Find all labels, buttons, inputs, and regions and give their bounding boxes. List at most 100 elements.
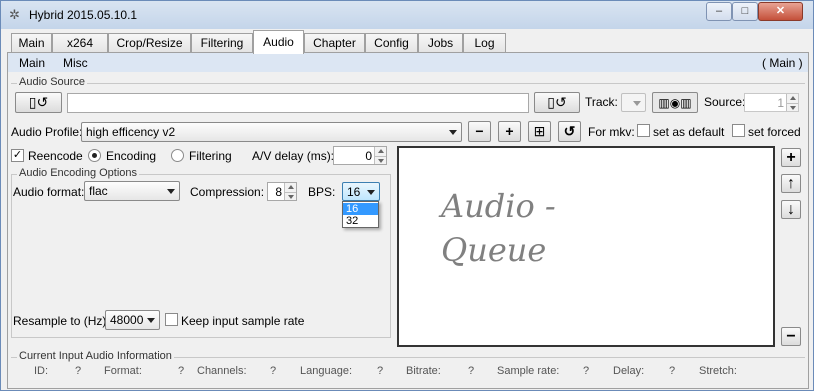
av-delay-spinbox[interactable]: 0 xyxy=(333,146,387,165)
save-profile-button[interactable]: ⊞ xyxy=(528,121,551,142)
compression-decrement[interactable] xyxy=(284,191,296,200)
refresh-icon: ↺ xyxy=(554,94,567,110)
open-source-file-button[interactable]: ▯↺ xyxy=(534,92,580,113)
info-format-label: Format: xyxy=(104,365,142,377)
encoding-radio[interactable] xyxy=(88,149,101,162)
maximize-button[interactable]: □ xyxy=(732,2,758,21)
info-stretch-label: Stretch: xyxy=(699,365,737,377)
audio-queue-placeholder: Audio - Queue xyxy=(441,187,556,269)
compression-label: Compression: xyxy=(190,185,265,199)
reload-profile-button[interactable]: ↺ xyxy=(558,121,581,142)
bps-option-16[interactable]: 16 xyxy=(343,203,378,215)
encoding-options-group-label: Audio Encoding Options xyxy=(17,167,140,179)
info-group-label: Current Input Audio Information xyxy=(17,350,174,362)
info-bitrate-value: ? xyxy=(468,365,475,377)
tab-main[interactable]: Main xyxy=(11,33,52,53)
av-delay-value: 0 xyxy=(365,149,372,163)
source-decrement[interactable] xyxy=(786,102,798,111)
info-language-label: Language: xyxy=(300,365,352,377)
info-channels-label: Channels: xyxy=(197,365,247,377)
info-id-label: ID: xyxy=(34,365,49,377)
compression-increment[interactable] xyxy=(284,183,296,192)
tab-chapter[interactable]: Chapter xyxy=(304,33,365,53)
reencode-checkbox[interactable]: ✓ xyxy=(11,149,24,162)
queue-remove-button[interactable]: − xyxy=(781,327,801,346)
bps-option-32[interactable]: 32 xyxy=(343,215,378,227)
resample-select[interactable]: 48000 xyxy=(105,310,160,330)
compression-spinbox[interactable]: 8 xyxy=(267,182,297,201)
info-delay-value: ? xyxy=(669,365,676,377)
app-window: ✲ Hybrid 2015.05.10.1 – □ ✕ Main x264 Cr… xyxy=(0,0,814,391)
info-bitrate-label: Bitrate: xyxy=(406,365,441,377)
audio-queue-list[interactable]: Audio - Queue xyxy=(397,146,775,347)
set-forced-checkbox[interactable] xyxy=(732,124,745,137)
set-as-default-checkbox[interactable] xyxy=(637,124,650,137)
audio-profile-select[interactable]: high efficency v2 xyxy=(81,122,462,142)
subtab-main[interactable]: Main xyxy=(19,56,45,70)
remove-profile-button[interactable]: − xyxy=(468,121,491,142)
av-delay-decrement[interactable] xyxy=(374,155,386,164)
window-title: Hybrid 2015.05.10.1 xyxy=(29,8,138,22)
source-spinbox[interactable]: 1 xyxy=(744,93,799,112)
minus-icon: − xyxy=(475,123,484,139)
tab-config[interactable]: Config xyxy=(365,33,418,53)
audio-profile-value: high efficency v2 xyxy=(86,125,176,139)
queue-move-down-button[interactable]: ↓ xyxy=(781,200,801,219)
filtering-label: Filtering xyxy=(189,149,232,163)
tab-log[interactable]: Log xyxy=(463,33,506,53)
undo-arrow-icon: ↺ xyxy=(36,94,49,110)
add-profile-button[interactable]: + xyxy=(498,121,521,142)
tab-x264[interactable]: x264 xyxy=(52,33,108,53)
queue-add-button[interactable]: + xyxy=(781,148,801,167)
file-info-icon: ▯ xyxy=(547,94,555,110)
tab-filtering[interactable]: Filtering xyxy=(191,33,253,53)
subtab-context-label: ( Main ) xyxy=(762,56,803,70)
audio-format-select[interactable]: flac xyxy=(84,181,180,201)
preview-audio-button[interactable]: ▥◉▥ xyxy=(652,92,698,113)
set-as-default-label: set as default xyxy=(653,125,725,139)
info-channels-value: ? xyxy=(270,365,277,377)
info-sample-rate-label: Sample rate: xyxy=(497,365,560,377)
audio-source-path-input[interactable] xyxy=(67,93,529,113)
plus-icon: + xyxy=(786,149,796,166)
minimize-button[interactable]: – xyxy=(706,2,732,21)
audio-profile-label: Audio Profile: xyxy=(11,125,83,139)
audio-source-group-label: Audio Source xyxy=(17,76,88,88)
tab-jobs[interactable]: Jobs xyxy=(418,33,463,53)
open-audio-source-button[interactable]: ▯↺ xyxy=(15,92,62,113)
filtering-radio[interactable] xyxy=(171,149,184,162)
subtab-bar xyxy=(8,53,808,72)
source-label: Source: xyxy=(704,95,746,109)
av-delay-increment[interactable] xyxy=(374,147,386,156)
arrow-up-icon: ↑ xyxy=(787,175,795,192)
audio-format-value: flac xyxy=(89,184,108,198)
tab-audio[interactable]: Audio xyxy=(253,30,304,54)
film-eye-icon: ▥◉▥ xyxy=(658,96,692,110)
app-gear-icon: ✲ xyxy=(9,7,20,22)
source-increment[interactable] xyxy=(786,94,798,103)
info-language-value: ? xyxy=(377,365,384,377)
arrow-down-icon: ↓ xyxy=(787,201,795,218)
tab-crop-resize[interactable]: Crop/Resize xyxy=(108,33,191,53)
queue-move-up-button[interactable]: ↑ xyxy=(781,174,801,193)
keep-sample-rate-checkbox[interactable] xyxy=(165,313,178,326)
bps-select[interactable]: 16 xyxy=(342,182,380,201)
resample-value: 48000 xyxy=(110,313,144,327)
minus-icon: − xyxy=(786,328,796,345)
save-icon: ⊞ xyxy=(533,123,546,139)
bps-value: 16 xyxy=(347,185,361,199)
info-sample-rate-value: ? xyxy=(583,365,590,377)
undo-icon: ↺ xyxy=(563,123,576,139)
track-select[interactable] xyxy=(621,93,646,112)
for-mkv-label: For mkv: xyxy=(588,125,635,139)
audio-format-label: Audio format: xyxy=(13,185,85,199)
bps-dropdown-list: 16 32 xyxy=(342,201,379,228)
info-delay-label: Delay: xyxy=(613,365,645,377)
close-button[interactable]: ✕ xyxy=(758,2,803,21)
info-id-value: ? xyxy=(75,365,82,377)
bps-label: BPS: xyxy=(308,185,336,199)
reencode-label: Reencode xyxy=(28,149,83,163)
info-format-value: ? xyxy=(178,365,185,377)
subtab-misc[interactable]: Misc xyxy=(63,56,88,70)
compression-value: 8 xyxy=(275,185,282,199)
